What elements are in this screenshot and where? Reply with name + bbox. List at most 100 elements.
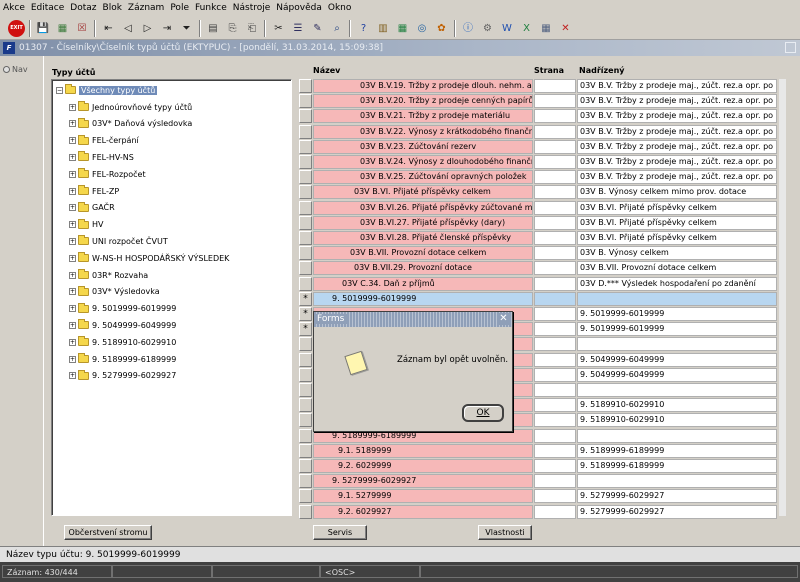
expand-icon[interactable]: + [69,237,76,245]
cell-strana[interactable] [534,231,576,245]
expand-icon[interactable]: + [69,204,76,212]
cell-nazev[interactable]: 9. 5279999-6029927 [313,474,533,489]
paste-icon[interactable]: ⎗ [244,20,261,37]
table-row[interactable]: 9.2. 6029999 9. 5189999-6189999 [299,459,777,474]
cell-strana[interactable] [534,413,576,428]
tree-item[interactable]: +03R* Rozvaha [69,268,148,282]
row-indicator[interactable] [299,367,312,382]
cell-nazev[interactable]: 03V B.V.24. Výnosy z dlouhodobého finanč… [313,155,533,169]
cell-nadrizeny[interactable]: 9. 5019999-6019999 [577,307,777,321]
cell-strana[interactable] [534,504,576,519]
row-indicator[interactable] [299,398,312,413]
row-indicator[interactable] [299,109,312,124]
row-indicator[interactable] [299,155,312,169]
expand-icon[interactable]: + [69,103,76,111]
cell-strana[interactable] [534,261,576,276]
menu-item-6[interactable]: Funkce [192,0,230,17]
cell-nadrizeny[interactable]: 03V B.V. Tržby z prodeje maj., zúčt. rez… [577,94,777,109]
help-icon[interactable]: ? [355,20,372,37]
row-indicator[interactable] [299,124,312,139]
row-indicator[interactable] [299,94,312,109]
expand-icon[interactable]: + [69,120,76,128]
cell-nazev[interactable]: 03V B.VI.27. Přijaté příspěvky (dary) [313,215,533,230]
menu-item-8[interactable]: Nápověda [273,0,325,17]
table-row[interactable]: 03V B.VII. Provozní dotace celkem 03V B. … [299,246,777,261]
expand-icon[interactable]: + [69,187,76,195]
tree-item[interactable]: + Jednoúrovňové typy účtů [69,100,192,114]
close-window-icon[interactable]: ✕ [557,20,574,37]
menu-item-5[interactable]: Pole [167,0,192,17]
copy-icon[interactable]: ⎘ [224,20,241,37]
menu-item-4[interactable]: Záznam [125,0,167,17]
row-indicator[interactable] [299,383,312,397]
collapse-icon[interactable]: − [56,86,63,94]
cell-nadrizeny[interactable] [577,474,777,489]
tree-item[interactable]: +9. 5279999-6029927 [69,369,176,383]
expand-icon[interactable]: + [69,372,76,380]
excel-export-icon[interactable]: X [518,20,535,37]
row-indicator[interactable] [299,504,312,519]
table-row[interactable]: 03V B.V.23. Zúčtování rezerv 03V B.V. Trž… [299,139,777,155]
row-indicator[interactable] [299,200,312,215]
refresh-tree-button[interactable]: Občerstvení stromu [64,525,152,540]
cell-nazev[interactable]: 03V B.VII.29. Provozní dotace [313,261,533,276]
cell-nazev[interactable]: 03V B.VI.28. Přijaté členské příspěvky [313,231,533,245]
row-indicator[interactable] [299,337,312,352]
tree-item[interactable]: + FEL-čerpání [69,134,139,148]
cell-nazev[interactable]: 03V B.V.19. Tržby z prodeje dlouh. nehm.… [313,79,533,93]
edit-icon[interactable]: ✎ [309,20,326,37]
cell-strana[interactable] [534,307,576,321]
expand-icon[interactable]: + [69,338,76,346]
cell-nadrizeny[interactable]: 9. 5019999-6019999 [577,322,777,337]
tree-item[interactable]: + FEL-ZP [69,184,119,198]
next-record-icon[interactable]: ▷ [139,20,156,37]
cell-strana[interactable] [534,109,576,124]
cell-nadrizeny[interactable]: 9. 5189999-6189999 [577,459,777,473]
cell-nadrizeny[interactable]: 03V B. Výnosy celkem [577,246,777,261]
row-indicator[interactable] [299,215,312,230]
table-row[interactable]: 03V B.V.19. Tržby z prodeje dlouh. nehm.… [299,79,777,94]
expand-icon[interactable]: + [69,170,76,178]
cell-strana[interactable] [534,94,576,109]
cell-strana[interactable] [534,79,576,93]
restore-window-button[interactable] [785,42,796,53]
tree-item[interactable]: + HV [69,218,104,232]
menu-item-1[interactable]: Editace [28,0,67,17]
row-indicator[interactable]: * [299,307,312,321]
cell-strana[interactable] [534,443,576,458]
cell-strana[interactable] [534,383,576,397]
cell-strana[interactable] [534,489,576,504]
cell-nadrizeny[interactable]: 03V B.V. Tržby z prodeje maj., zúčt. rez… [577,170,777,185]
cell-strana[interactable] [534,276,576,291]
cell-nazev[interactable]: 03V B.V.22. Výnosy z krátkodobého finanč… [313,124,533,139]
row-indicator[interactable] [299,170,312,185]
table-row[interactable]: 03V C.34. Daň z příjmů 03V D.*** Výsledek… [299,276,777,292]
tree-item[interactable]: +9. 5019999-6019999 [69,302,176,316]
expand-icon[interactable]: + [69,153,76,161]
expand-icon[interactable]: + [69,221,76,229]
table-row[interactable]: * 9. 5019999-6019999 [299,291,777,307]
cell-strana[interactable] [534,322,576,337]
table-row[interactable]: 03V B.VI.28. Přijaté členské příspěvky 03… [299,231,777,246]
cell-strana[interactable] [534,367,576,382]
table-row[interactable]: 03V B.V.22. Výnosy z krátkodobého finanč… [299,124,777,140]
vlastnosti-button[interactable]: Vlastnosti [478,525,532,540]
cell-nadrizeny[interactable]: 03V D.*** Výsledek hospodaření po zdaněn… [577,276,777,291]
table-row[interactable]: 03V B.V.24. Výnosy z dlouhodobého finanč… [299,155,777,170]
vertical-scrollbar[interactable] [779,79,786,516]
row-indicator[interactable] [299,413,312,428]
cell-nadrizeny[interactable]: 03V B.VI. Přijaté příspěvky celkem [577,231,777,245]
exit-icon[interactable]: EXIT [8,20,25,37]
cell-nazev[interactable]: 03V B.VI.26. Přijaté příspěvky zúčtované… [313,200,533,215]
expand-icon[interactable]: + [69,288,76,296]
cell-strana[interactable] [534,337,576,352]
cell-strana[interactable] [534,459,576,473]
cell-nadrizeny[interactable]: 9. 5189910-6029910 [577,398,777,413]
cell-strana[interactable] [534,155,576,169]
expand-icon[interactable]: + [69,305,76,313]
servis-button[interactable]: Servis [313,525,367,540]
cell-nadrizeny[interactable]: 9. 5279999-6029927 [577,489,777,504]
table-row[interactable]: 03V B.VI.27. Přijaté příspěvky (dary) 03V… [299,215,777,231]
expand-icon[interactable]: + [69,321,76,329]
word-icon[interactable]: W [499,20,516,37]
